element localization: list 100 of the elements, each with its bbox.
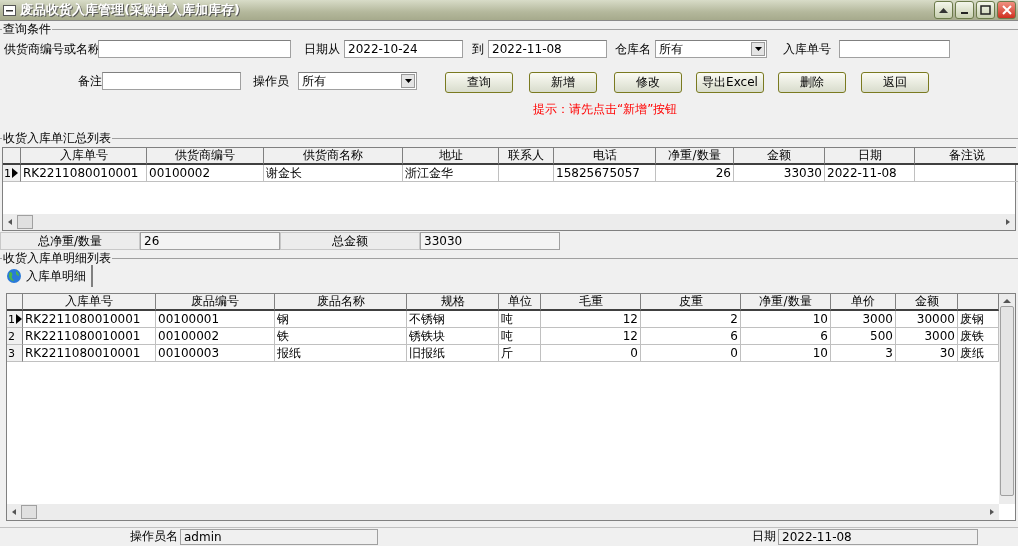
field-label: 仓库名 [615, 40, 652, 58]
column-header[interactable] [958, 294, 999, 311]
dropdown-field[interactable]: 所有 [298, 72, 417, 90]
column-header[interactable]: 入库单号 [21, 148, 147, 165]
column-header[interactable]: 联系人 [499, 148, 554, 165]
input-field[interactable]: 2022-10-24 [344, 40, 463, 58]
table-cell: 00100003 [156, 345, 275, 362]
table-cell: 吨 [499, 328, 541, 345]
table-cell: 0 [641, 345, 741, 362]
maximize-icon [980, 5, 991, 15]
minimize-button[interactable] [955, 1, 974, 19]
collapse-button[interactable] [934, 1, 953, 19]
column-header[interactable]: 净重/数量 [656, 148, 734, 165]
column-header[interactable]: 备注说 [915, 148, 1018, 165]
table-cell: 3000 [831, 311, 896, 328]
field-label: 到 [472, 40, 485, 58]
dropdown-arrow-icon [754, 47, 762, 51]
column-header[interactable]: 电话 [554, 148, 656, 165]
row-pointer-icon [12, 168, 18, 178]
caret-up-icon [939, 7, 948, 13]
action-button[interactable]: 查询 [445, 72, 513, 93]
table-cell: 0 [541, 345, 641, 362]
table-cell: 锈铁块 [407, 328, 499, 345]
close-icon [1001, 5, 1012, 15]
row-header[interactable]: 2 [7, 328, 23, 345]
action-button[interactable]: 返回 [861, 72, 929, 93]
column-header[interactable]: 单价 [831, 294, 896, 311]
table-cell: 30 [896, 345, 958, 362]
row-header[interactable]: 3 [7, 345, 23, 362]
table-cell: RK2211080010001 [21, 165, 147, 182]
table-cell: 3000 [896, 328, 958, 345]
status-field: admin [180, 528, 378, 545]
scrollbar-thumb[interactable] [1000, 306, 1014, 496]
scroll-right-icon[interactable] [987, 508, 995, 516]
column-header[interactable]: 入库单号 [23, 294, 156, 311]
scroll-up-icon[interactable] [1003, 298, 1011, 304]
status-field: 2022-11-08 [778, 528, 978, 545]
table-cell: 不锈钢 [407, 311, 499, 328]
table-cell: 33030 [734, 165, 825, 182]
scrollbar-thumb[interactable] [17, 215, 33, 229]
column-header[interactable]: 净重/数量 [741, 294, 831, 311]
scroll-left-icon[interactable] [11, 508, 19, 516]
field-label: 操作员 [253, 72, 290, 90]
table-cell: 2022-11-08 [825, 165, 915, 182]
action-button[interactable]: 新增 [529, 72, 597, 93]
column-header[interactable]: 毛重 [541, 294, 641, 311]
column-header[interactable]: 规格 [407, 294, 499, 311]
close-button[interactable] [997, 1, 1016, 19]
table-cell: 斤 [499, 345, 541, 362]
total-label: 总净重/数量 [0, 232, 140, 250]
scroll-left-icon[interactable] [7, 218, 15, 226]
dropdown-arrow-icon [404, 79, 412, 83]
maximize-button[interactable] [976, 1, 995, 19]
row-header[interactable]: 1 [3, 165, 21, 182]
table-cell: 6 [641, 328, 741, 345]
scrollbar-thumb[interactable] [21, 505, 37, 519]
group-title: 查询条件 [2, 22, 52, 36]
table-cell: 报纸 [275, 345, 407, 362]
input-field[interactable]: 2022-11-08 [488, 40, 607, 58]
row-header[interactable]: 1 [7, 311, 23, 328]
table-cell [499, 165, 554, 182]
column-header[interactable]: 废品名称 [275, 294, 407, 311]
action-button[interactable]: 删除 [778, 72, 846, 93]
table-cell: 铁 [275, 328, 407, 345]
table-cell: 15825675057 [554, 165, 656, 182]
window-menu-icon[interactable] [3, 4, 16, 16]
scroll-right-icon[interactable] [1003, 218, 1011, 226]
column-header[interactable]: 供货商编号 [147, 148, 264, 165]
dropdown-field[interactable]: 所有 [655, 40, 767, 58]
table-cell: 吨 [499, 311, 541, 328]
total-field: 26 [140, 232, 280, 250]
table-cell: 30000 [896, 311, 958, 328]
column-header[interactable]: 废品编号 [156, 294, 275, 311]
column-header[interactable]: 皮重 [641, 294, 741, 311]
column-header[interactable]: 地址 [403, 148, 499, 165]
table-cell: 00100002 [147, 165, 264, 182]
row-pointer-icon [16, 314, 22, 324]
column-header[interactable]: 金额 [896, 294, 958, 311]
input-field[interactable] [102, 72, 241, 90]
column-header[interactable]: 单位 [499, 294, 541, 311]
table-cell: RK2211080010001 [23, 311, 156, 328]
input-field[interactable] [839, 40, 950, 58]
status-label: 日期 [751, 528, 777, 545]
input-field[interactable] [98, 40, 291, 58]
table-cell: 钢 [275, 311, 407, 328]
column-header[interactable]: 供货商名称 [264, 148, 403, 165]
table-cell: 3 [831, 345, 896, 362]
table-cell: 26 [656, 165, 734, 182]
action-button[interactable]: 导出Excel [696, 72, 764, 93]
action-button[interactable]: 修改 [614, 72, 682, 93]
group-title: 收货入库单汇总列表 [2, 131, 112, 145]
column-header[interactable]: 金额 [734, 148, 825, 165]
table-cell: 10 [741, 345, 831, 362]
table-cell: 500 [831, 328, 896, 345]
group-title: 收货入库单明细列表 [2, 251, 112, 265]
column-header[interactable]: 日期 [825, 148, 915, 165]
table-cell: 00100001 [156, 311, 275, 328]
globe-icon [6, 268, 22, 284]
table-cell: 6 [741, 328, 831, 345]
table-cell: 12 [541, 311, 641, 328]
